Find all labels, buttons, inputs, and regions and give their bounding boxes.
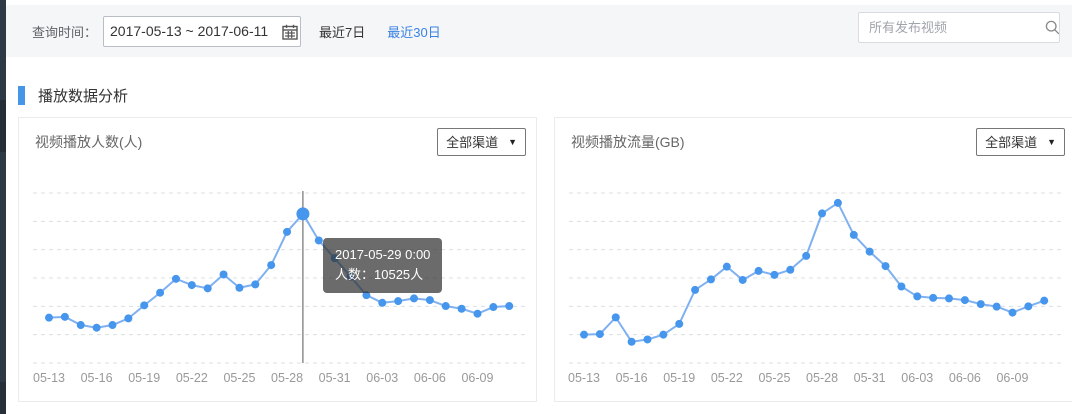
search-icon[interactable]: [1045, 20, 1060, 35]
traffic-card-header: 视频播放流量(GB) 全部渠道 ▼: [555, 118, 1072, 156]
traffic-channel-select[interactable]: 全部渠道 ▼: [976, 128, 1065, 156]
query-toolbar: 查询时间： 最近7日 最近30日: [6, 5, 1072, 57]
date-range-picker[interactable]: [103, 16, 301, 47]
chevron-down-icon: ▼: [508, 137, 517, 147]
video-search-box[interactable]: [858, 12, 1060, 43]
svg-text:05-13: 05-13: [568, 371, 600, 385]
traffic-line-chart[interactable]: 05-13 05-16 05-19 05-22 05-25 05-28 05-31 06-03…: [555, 158, 1072, 403]
svg-text:05-22: 05-22: [176, 371, 208, 385]
section-accent-bar: [18, 86, 25, 105]
svg-text:05-31: 05-31: [854, 371, 886, 385]
query-time-label: 查询时间：: [32, 22, 97, 41]
svg-text:05-16: 05-16: [81, 371, 113, 385]
viewers-line-chart[interactable]: 05-13 05-16 05-19 05-22 05-25 05-28 05-31 06-03…: [19, 158, 538, 403]
svg-text:06-09: 06-09: [461, 371, 493, 385]
viewers-chart-card: 视频播放人数(人) 全部渠道 ▼ 05-1305-1605-1905-2205-…: [18, 117, 537, 402]
svg-text:06-09: 06-09: [996, 371, 1028, 385]
section-title: 播放数据分析: [38, 85, 128, 106]
svg-text:05-22: 05-22: [711, 371, 743, 385]
viewers-channel-select-value: 全部渠道: [446, 132, 498, 151]
traffic-channel-select-value: 全部渠道: [985, 132, 1037, 151]
svg-text:05-19: 05-19: [663, 371, 695, 385]
svg-text:06-03: 06-03: [366, 371, 398, 385]
svg-text:05-31: 05-31: [319, 371, 351, 385]
svg-text:06-06: 06-06: [414, 371, 446, 385]
svg-text:06-03: 06-03: [901, 371, 933, 385]
video-search-input[interactable]: [859, 13, 1045, 42]
viewers-card-header: 视频播放人数(人) 全部渠道 ▼: [19, 118, 536, 156]
svg-text:05-28: 05-28: [271, 371, 303, 385]
svg-text:05-28: 05-28: [806, 371, 838, 385]
svg-text:05-25: 05-25: [223, 371, 255, 385]
sidebar-strip-segment: [0, 100, 6, 152]
calendar-icon[interactable]: [282, 24, 298, 40]
viewers-channel-select[interactable]: 全部渠道 ▼: [437, 128, 526, 156]
svg-text:05-25: 05-25: [758, 371, 790, 385]
sidebar-strip: [0, 0, 6, 414]
section-header: 播放数据分析: [18, 85, 128, 106]
date-range-input[interactable]: [104, 17, 300, 46]
traffic-chart-card: 视频播放流量(GB) 全部渠道 ▼ 05-1305-1605-1905-2205…: [554, 117, 1072, 402]
viewers-chart-title: 视频播放人数(人): [35, 132, 142, 152]
svg-text:05-19: 05-19: [128, 371, 160, 385]
svg-text:06-06: 06-06: [949, 371, 981, 385]
svg-text:05-13: 05-13: [33, 371, 65, 385]
last-7-days-link[interactable]: 最近7日: [319, 22, 365, 41]
traffic-chart-title: 视频播放流量(GB): [571, 132, 685, 152]
last-30-days-link[interactable]: 最近30日: [387, 22, 440, 41]
chevron-down-icon: ▼: [1047, 137, 1056, 147]
sidebar-strip-segment: [0, 382, 6, 414]
svg-text:05-16: 05-16: [616, 371, 648, 385]
